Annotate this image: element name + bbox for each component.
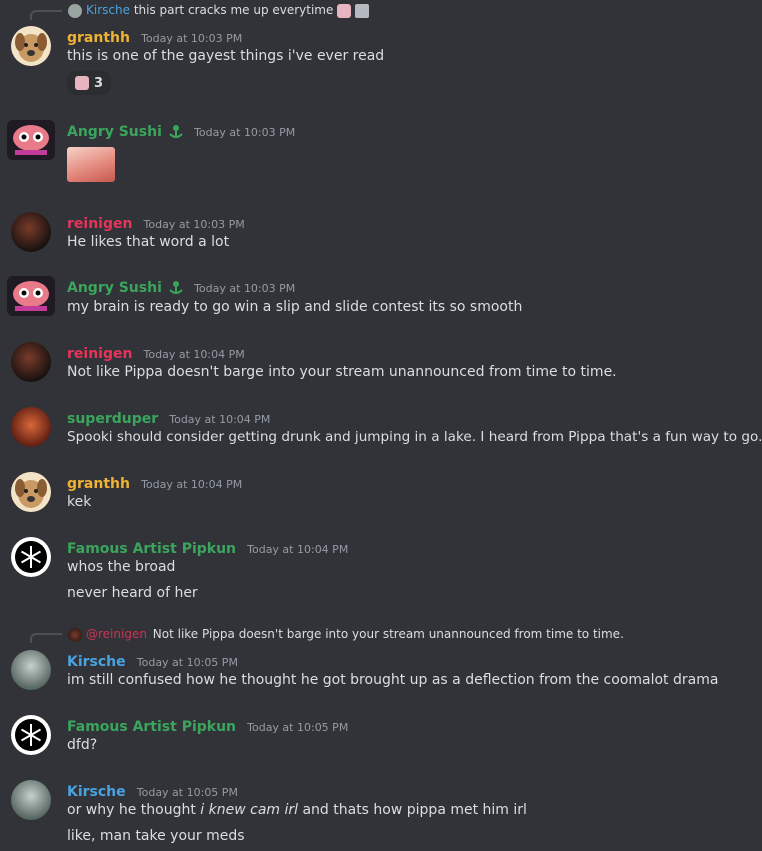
- avatar[interactable]: [11, 650, 51, 690]
- reply-message: Not like Pippa doesn't barge into your s…: [152, 627, 624, 641]
- message-text: kek: [67, 494, 92, 510]
- reply-avatar[interactable]: [68, 628, 82, 642]
- username[interactable]: Kirsche: [67, 784, 126, 800]
- message-text: im still confused how he thought he got …: [67, 672, 719, 688]
- avatar[interactable]: [11, 472, 51, 512]
- avatar[interactable]: [11, 780, 51, 820]
- reaction-count: 3: [93, 75, 104, 91]
- username[interactable]: reinigen: [67, 216, 132, 232]
- message-text-part: or why he thought: [67, 802, 201, 818]
- reply-message: this part cracks me up everytime: [133, 3, 334, 17]
- reply-mention: @reinigen: [86, 627, 147, 641]
- avatar[interactable]: [7, 120, 55, 160]
- message-text: dfd?: [67, 737, 98, 753]
- avatar[interactable]: [11, 342, 51, 382]
- timestamp: Today at 10:04 PM: [141, 478, 243, 491]
- sushi-avatar-icon: [13, 281, 49, 311]
- avatar[interactable]: [7, 276, 55, 316]
- message-header: Famous Artist Pipkun Today at 10:04 PM: [67, 538, 348, 557]
- timestamp: Today at 10:04 PM: [169, 413, 271, 426]
- message-header: reinigen Today at 10:03 PM: [67, 213, 245, 232]
- username[interactable]: Famous Artist Pipkun: [67, 541, 236, 557]
- timestamp: Today at 10:05 PM: [136, 786, 238, 799]
- message-header: granthh Today at 10:04 PM: [67, 473, 242, 492]
- image-icon: [355, 3, 370, 18]
- username[interactable]: reinigen: [67, 346, 132, 362]
- avatar[interactable]: [11, 715, 51, 755]
- username[interactable]: granthh: [67, 476, 130, 492]
- timestamp: Today at 10:03 PM: [194, 126, 296, 139]
- sushi-avatar-icon: [13, 125, 49, 155]
- message-italic-text: i knew cam irl: [200, 802, 299, 818]
- message-text: Not like Pippa doesn't barge into your s…: [67, 364, 617, 380]
- message-header: Angry Sushi Today at 10:03 PM: [67, 277, 295, 297]
- message-text-part: and thats how pippa met him irl: [298, 802, 527, 818]
- username[interactable]: granthh: [67, 30, 130, 46]
- timestamp: Today at 10:04 PM: [143, 348, 245, 361]
- message-text: like, man take your meds: [67, 828, 245, 844]
- avatar[interactable]: [11, 26, 51, 66]
- message-text: Spooki should consider getting drunk and…: [67, 429, 762, 445]
- timestamp: Today at 10:04 PM: [247, 543, 349, 556]
- message-text: this is one of the gayest things i've ev…: [67, 48, 385, 64]
- message-header: superduper Today at 10:04 PM: [67, 408, 270, 427]
- message-header: reinigen Today at 10:04 PM: [67, 343, 245, 362]
- username[interactable]: Angry Sushi: [67, 280, 162, 296]
- avatar[interactable]: [11, 407, 51, 447]
- reply-preview[interactable]: Kirsche this part cracks me up everytime: [86, 3, 370, 18]
- plant-badge-icon: [167, 279, 185, 297]
- message-text: or why he thought i knew cam irl and tha…: [67, 802, 527, 818]
- username[interactable]: Famous Artist Pipkun: [67, 719, 236, 735]
- emoji-icon: [74, 76, 89, 90]
- plant-badge-icon: [167, 123, 185, 141]
- reply-avatar[interactable]: [68, 4, 82, 18]
- snowflake-avatar-icon: [15, 719, 47, 751]
- message-text: He likes that word a lot: [67, 234, 230, 250]
- username[interactable]: Kirsche: [67, 654, 126, 670]
- message-header: Kirsche Today at 10:05 PM: [67, 651, 238, 670]
- message-header: Kirsche Today at 10:05 PM: [67, 781, 238, 800]
- image-attachment[interactable]: [67, 147, 115, 182]
- username[interactable]: Angry Sushi: [67, 124, 162, 140]
- avatar[interactable]: [11, 537, 51, 577]
- reply-author: Kirsche: [86, 3, 130, 17]
- timestamp: Today at 10:05 PM: [247, 721, 349, 734]
- message-header: Famous Artist Pipkun Today at 10:05 PM: [67, 716, 348, 735]
- reply-connector: [30, 10, 62, 20]
- reply-connector: [30, 633, 62, 643]
- reply-preview[interactable]: @reinigen Not like Pippa doesn't barge i…: [86, 627, 624, 641]
- avatar[interactable]: [11, 212, 51, 252]
- message-header: granthh Today at 10:03 PM: [67, 27, 242, 46]
- message-text: whos the broad: [67, 559, 176, 575]
- message-header: Angry Sushi Today at 10:03 PM: [67, 121, 295, 141]
- message-text: my brain is ready to go win a slip and s…: [67, 299, 523, 315]
- message-text: never heard of her: [67, 585, 198, 601]
- timestamp: Today at 10:03 PM: [141, 32, 243, 45]
- timestamp: Today at 10:03 PM: [194, 282, 296, 295]
- reaction-button[interactable]: 3: [67, 71, 111, 95]
- timestamp: Today at 10:05 PM: [136, 656, 238, 669]
- dog-avatar-icon: [11, 472, 51, 512]
- username[interactable]: superduper: [67, 411, 158, 427]
- timestamp: Today at 10:03 PM: [143, 218, 245, 231]
- emoji-icon: [337, 3, 352, 18]
- dog-avatar-icon: [11, 26, 51, 66]
- snowflake-avatar-icon: [15, 541, 47, 573]
